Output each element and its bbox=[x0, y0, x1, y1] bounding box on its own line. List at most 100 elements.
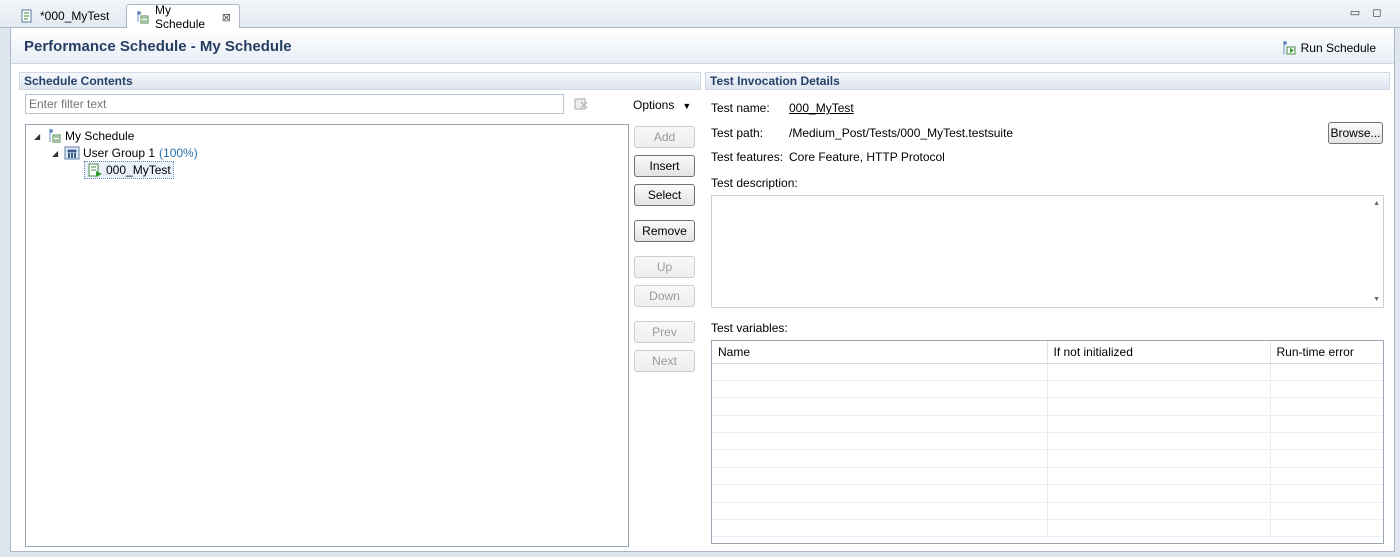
prev-button[interactable]: Prev bbox=[634, 321, 695, 343]
table-cell bbox=[1270, 502, 1383, 521]
column-header-if-not-initialized[interactable]: If not initialized bbox=[1047, 341, 1271, 364]
run-schedule-button[interactable]: Run Schedule bbox=[1281, 40, 1376, 56]
table-cell bbox=[1047, 363, 1271, 381]
table-cell bbox=[1270, 363, 1383, 381]
test-name-link[interactable]: 000_MyTest bbox=[789, 101, 854, 115]
column-header-runtime-error[interactable]: Run-time error bbox=[1270, 341, 1383, 364]
scroll-up-icon[interactable]: ▲ bbox=[1373, 200, 1380, 207]
test-name-label: Test name: bbox=[711, 101, 770, 115]
editor-header: Performance Schedule - My Schedule Run S… bbox=[11, 28, 1394, 64]
table-cell bbox=[712, 380, 1048, 399]
table-row bbox=[712, 432, 1383, 451]
table-cell bbox=[712, 449, 1048, 468]
maximize-icon[interactable]: ◻ bbox=[1370, 6, 1384, 19]
tree-label: 000_MyTest bbox=[106, 163, 171, 177]
add-button[interactable]: Add bbox=[634, 126, 695, 148]
test-features-value: Core Feature, HTTP Protocol bbox=[789, 150, 945, 164]
tree-node-test[interactable]: 000_MyTest bbox=[84, 161, 174, 179]
select-button[interactable]: Select bbox=[634, 184, 695, 206]
group-percentage: (100%) bbox=[159, 146, 198, 160]
table-row bbox=[712, 363, 1383, 381]
test-description-label: Test description: bbox=[711, 176, 798, 190]
tree-node-user-group[interactable]: ◢ User Group 1 (100%) bbox=[52, 145, 198, 161]
table-cell bbox=[1047, 484, 1271, 503]
table-cell bbox=[1047, 397, 1271, 416]
next-button[interactable]: Next bbox=[634, 350, 695, 372]
table-cell bbox=[1270, 467, 1383, 486]
tab-000-mytest[interactable]: *000_MyTest bbox=[12, 4, 120, 28]
table-cell bbox=[1047, 449, 1271, 468]
selected-test-node[interactable]: 000_MyTest bbox=[84, 161, 174, 179]
table-cell bbox=[712, 415, 1048, 434]
tree-node-root[interactable]: ◢ My Schedule bbox=[34, 128, 134, 144]
options-label: Options bbox=[633, 98, 675, 112]
minimize-icon[interactable]: ▭ bbox=[1348, 6, 1362, 19]
schedule-editor: Performance Schedule - My Schedule Run S… bbox=[10, 28, 1395, 552]
test-description-field[interactable]: ▲ ▼ bbox=[711, 195, 1384, 308]
table-cell bbox=[1270, 380, 1383, 399]
table-cell bbox=[712, 397, 1048, 416]
test-variables-label: Test variables: bbox=[711, 321, 788, 335]
tab-my-schedule[interactable]: My Schedule ⊠ bbox=[126, 3, 240, 31]
editor-tab-bar: *000_MyTest My Schedule ⊠ ▭ ◻ bbox=[0, 0, 1400, 31]
table-cell bbox=[1270, 449, 1383, 468]
table-row bbox=[712, 380, 1383, 399]
page-title: Performance Schedule - My Schedule bbox=[24, 38, 292, 55]
options-menu[interactable]: Options ▼ bbox=[633, 98, 691, 112]
run-schedule-label: Run Schedule bbox=[1300, 41, 1376, 55]
filter-input[interactable] bbox=[25, 94, 564, 114]
table-cell bbox=[1270, 519, 1383, 538]
remove-button[interactable]: Remove bbox=[634, 220, 695, 242]
table-row bbox=[712, 397, 1383, 416]
table-cell bbox=[1047, 432, 1271, 451]
table-cell bbox=[1270, 432, 1383, 451]
table-cell bbox=[712, 363, 1048, 381]
test-variables-table[interactable]: Name If not initialized Run-time error bbox=[711, 340, 1384, 544]
expand-icon[interactable]: ◢ bbox=[52, 149, 64, 158]
browse-button[interactable]: Browse... bbox=[1328, 122, 1383, 144]
table-cell bbox=[1047, 380, 1271, 399]
table-row bbox=[712, 467, 1383, 486]
down-button[interactable]: Down bbox=[634, 285, 695, 307]
table-row bbox=[712, 415, 1383, 434]
insert-button[interactable]: Insert bbox=[634, 155, 695, 177]
table-row bbox=[712, 484, 1383, 503]
up-button[interactable]: Up bbox=[634, 256, 695, 278]
clear-filter-icon[interactable] bbox=[573, 96, 589, 112]
table-row bbox=[712, 449, 1383, 468]
run-schedule-icon bbox=[1281, 40, 1297, 56]
chevron-down-icon: ▼ bbox=[682, 101, 692, 111]
test-features-label: Test features: bbox=[711, 150, 784, 164]
table-row bbox=[712, 519, 1383, 538]
tab-label: My Schedule bbox=[155, 3, 206, 31]
schedule-icon bbox=[46, 128, 62, 144]
tree-label: My Schedule bbox=[65, 129, 135, 143]
schedule-tree[interactable]: ◢ My Schedule ◢ User Group 1 (100%) 000_… bbox=[25, 124, 629, 547]
close-icon[interactable]: ⊠ bbox=[222, 11, 231, 24]
table-cell bbox=[1047, 502, 1271, 521]
table-cell bbox=[712, 467, 1048, 486]
table-cell bbox=[1270, 484, 1383, 503]
test-invocation-icon bbox=[87, 162, 103, 178]
table-cell bbox=[1047, 415, 1271, 434]
table-header-row: Name If not initialized Run-time error bbox=[712, 341, 1383, 364]
test-path-label: Test path: bbox=[711, 126, 764, 140]
tab-label: *000_MyTest bbox=[40, 9, 110, 23]
expand-icon[interactable]: ◢ bbox=[34, 132, 46, 141]
test-invocation-header: Test Invocation Details bbox=[705, 72, 1390, 90]
table-cell bbox=[1270, 397, 1383, 416]
tree-label: User Group 1 bbox=[83, 146, 156, 160]
table-row bbox=[712, 502, 1383, 521]
test-path-value: /Medium_Post/Tests/000_MyTest.testsuite bbox=[789, 126, 1014, 140]
table-cell bbox=[1270, 415, 1383, 434]
table-cell bbox=[712, 432, 1048, 451]
test-script-icon bbox=[20, 9, 34, 23]
user-group-icon bbox=[64, 145, 80, 161]
schedule-icon bbox=[135, 10, 149, 24]
variables-table-body bbox=[712, 363, 1383, 538]
scroll-down-icon[interactable]: ▼ bbox=[1373, 296, 1380, 303]
table-cell bbox=[712, 519, 1048, 538]
table-cell bbox=[1047, 467, 1271, 486]
column-header-name[interactable]: Name bbox=[712, 341, 1048, 364]
table-cell bbox=[1047, 519, 1271, 538]
